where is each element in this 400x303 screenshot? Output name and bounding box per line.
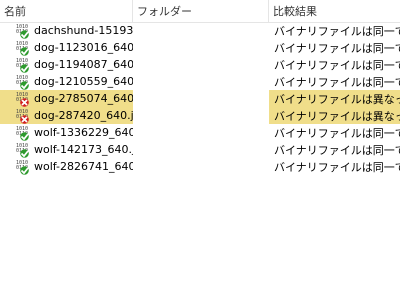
file-name-cell: 10100110dog-1123016_640.... [0,39,133,56]
file-row[interactable]: 10100110dog-1194087_640.... バイナリファイルは同一です [0,56,400,73]
file-name: dog-2785074_640.... [34,92,133,105]
file-name-cell: 10100110dachshund-15193... [0,22,133,39]
binary-same-icon: 10100110 [16,40,32,56]
file-row[interactable]: 10100110wolf-1336229_640.... バイナリファイルは同一で… [0,124,400,141]
file-row[interactable]: 10100110dachshund-15193... バイナリファイルは同一です [0,22,400,39]
file-name: dog-1194087_640.... [34,58,133,71]
file-row[interactable]: 10100110dog-287420_640.jpg バイナリファイルは異なって.… [0,107,400,124]
binary-same-icon: 10100110 [16,23,32,39]
folder-cell [133,107,269,124]
file-name-cell: 10100110wolf-2826741_640.... [0,158,133,175]
binary-diff-icon: 10100110 [16,91,32,107]
folder-cell [133,39,269,56]
file-row[interactable]: 10100110wolf-2826741_640.... バイナリファイルは同一で… [0,158,400,175]
file-name: wolf-2826741_640.... [34,160,133,173]
file-list: 10100110dachshund-15193...バイナリファイルは同一です1… [0,22,400,175]
column-header-result[interactable]: 比較結果 [269,0,400,22]
binary-same-icon: 10100110 [16,57,32,73]
file-row[interactable]: 10100110dog-1210559_640.... バイナリファイルは同一です [0,73,400,90]
comparison-result: バイナリファイルは同一です [274,58,400,72]
comparison-result: バイナリファイルは異なって... [274,92,400,106]
column-header-bar: 名前 フォルダー 比較結果 [0,0,400,23]
binary-diff-icon: 10100110 [16,108,32,124]
folder-cell [133,22,269,39]
file-name-cell: 10100110wolf-142173_640.j... [0,141,133,158]
comparison-result: バイナリファイルは同一です [274,24,400,38]
file-name: dog-1210559_640.... [34,75,133,88]
folder-cell [133,90,269,107]
file-name: dachshund-15193... [34,24,133,37]
column-header-name[interactable]: 名前 [0,0,133,22]
folder-cell [133,158,269,175]
file-name-cell: 10100110dog-2785074_640.... [0,90,133,107]
file-name: wolf-142173_640.j... [34,143,133,156]
file-name-cell: 10100110wolf-1336229_640.... [0,124,133,141]
folder-cell [133,73,269,90]
binary-same-icon: 10100110 [16,142,32,158]
comparison-result: バイナリファイルは同一です [274,41,400,55]
binary-same-icon: 10100110 [16,74,32,90]
file-row[interactable]: 10100110wolf-142173_640.j... バイナリファイルは同一で… [0,141,400,158]
file-name: dog-1123016_640.... [34,41,133,54]
comparison-result: バイナリファイルは同一です [274,75,400,89]
binary-same-icon: 10100110 [16,125,32,141]
file-name: wolf-1336229_640.... [34,126,133,139]
file-name-cell: 10100110dog-1210559_640.... [0,73,133,90]
comparison-result: バイナリファイルは同一です [274,126,400,140]
folder-cell [133,124,269,141]
file-name-cell: 10100110dog-287420_640.jpg [0,107,133,124]
comparison-result: バイナリファイルは異なって... [274,109,400,123]
comparison-result: バイナリファイルは同一です [274,143,400,157]
file-row[interactable]: 10100110dog-2785074_640.... バイナリファイルは異なって… [0,90,400,107]
comparison-result: バイナリファイルは同一です [274,160,400,174]
file-name-cell: 10100110dog-1194087_640.... [0,56,133,73]
folder-cell [133,141,269,158]
file-row[interactable]: 10100110dog-1123016_640.... バイナリファイルは同一です [0,39,400,56]
file-name: dog-287420_640.jpg [34,109,133,122]
column-header-folder[interactable]: フォルダー [133,0,269,22]
folder-cell [133,56,269,73]
binary-same-icon: 10100110 [16,159,32,175]
